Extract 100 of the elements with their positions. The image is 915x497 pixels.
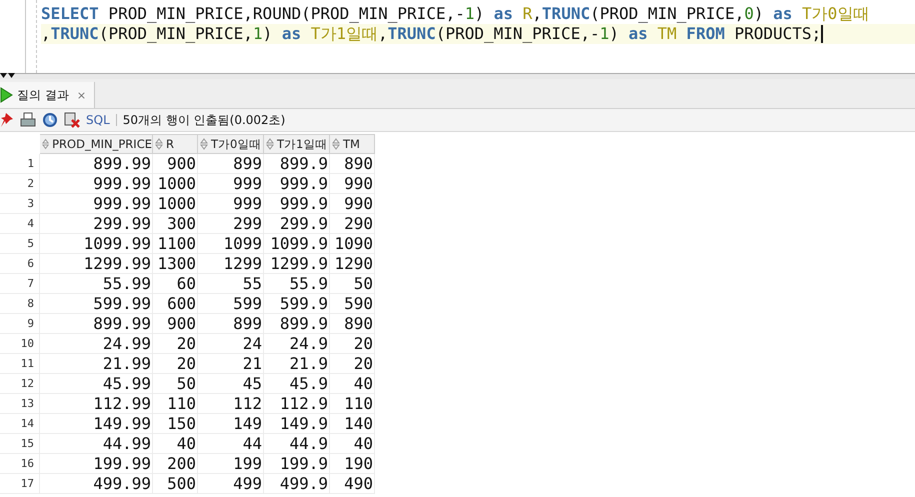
table-cell: 21.9 xyxy=(264,354,330,374)
table-cell: 1099.9 xyxy=(264,234,330,254)
table-cell: 44 xyxy=(198,434,264,454)
table-cell: 890 xyxy=(330,314,375,334)
table-cell: 44.9 xyxy=(264,434,330,454)
row-number: 11 xyxy=(0,354,40,374)
print-icon[interactable] xyxy=(20,112,36,128)
table-cell: 24 xyxy=(198,334,264,354)
table-cell: 21.99 xyxy=(40,354,153,374)
table-cell: 20 xyxy=(330,334,375,354)
table-cell: 500 xyxy=(153,474,198,494)
table-cell: 999 xyxy=(198,174,264,194)
sort-icon xyxy=(266,138,274,150)
table-cell: 1090 xyxy=(330,234,375,254)
row-number: 3 xyxy=(0,194,40,214)
table-cell: 1300 xyxy=(153,254,198,274)
table-cell: 899.99 xyxy=(40,314,153,334)
table-cell: 112.9 xyxy=(264,394,330,414)
table-cell: 140 xyxy=(330,414,375,434)
table-cell: 599.99 xyxy=(40,294,153,314)
table-cell: 50 xyxy=(153,374,198,394)
table-cell: 490 xyxy=(330,474,375,494)
table-cell: 24.9 xyxy=(264,334,330,354)
table-cell: 110 xyxy=(330,394,375,414)
close-icon[interactable]: × xyxy=(76,88,86,102)
row-number: 7 xyxy=(0,274,40,294)
table-cell: 890 xyxy=(330,154,375,174)
column-header[interactable]: T가1일때 xyxy=(264,134,330,154)
table-cell: 999 xyxy=(198,194,264,214)
table-cell: 112 xyxy=(198,394,264,414)
table-cell: 599.9 xyxy=(264,294,330,314)
collapse-arrows-icon[interactable] xyxy=(0,73,16,79)
row-number: 14 xyxy=(0,414,40,434)
row-number: 15 xyxy=(0,434,40,454)
fetch-status: 50개의 행이 인출됨(0.002초) xyxy=(122,112,286,128)
delete-icon[interactable] xyxy=(64,112,80,128)
table-cell: 1099.99 xyxy=(40,234,153,254)
table-cell: 55.99 xyxy=(40,274,153,294)
row-number: 4 xyxy=(0,214,40,234)
column-header[interactable]: PROD_MIN_PRICE xyxy=(40,134,153,154)
table-cell: 24.99 xyxy=(40,334,153,354)
row-number: 5 xyxy=(0,234,40,254)
table-cell: 200 xyxy=(153,454,198,474)
table-cell: 60 xyxy=(153,274,198,294)
sort-icon xyxy=(42,138,50,150)
table-cell: 44.99 xyxy=(40,434,153,454)
table-cell: 499 xyxy=(198,474,264,494)
row-number: 9 xyxy=(0,314,40,334)
table-cell: 110 xyxy=(153,394,198,414)
pin-icon[interactable] xyxy=(0,112,14,128)
table-cell: 149 xyxy=(198,414,264,434)
table-cell: 299.9 xyxy=(264,214,330,234)
sort-icon xyxy=(332,138,340,150)
table-cell: 55 xyxy=(198,274,264,294)
table-cell: 999.9 xyxy=(264,174,330,194)
sort-icon xyxy=(200,138,208,150)
results-tab[interactable]: 질의 결과 × xyxy=(0,82,96,108)
row-number: 2 xyxy=(0,174,40,194)
table-cell: 899.9 xyxy=(264,154,330,174)
table-cell: 1000 xyxy=(153,194,198,214)
table-cell: 899.99 xyxy=(40,154,153,174)
table-cell: 899 xyxy=(198,314,264,334)
table-cell: 112.99 xyxy=(40,394,153,414)
table-cell: 599 xyxy=(198,294,264,314)
table-cell: 899 xyxy=(198,154,264,174)
table-cell: 149.99 xyxy=(40,414,153,434)
table-cell: 45.9 xyxy=(264,374,330,394)
table-cell: 999.99 xyxy=(40,194,153,214)
table-cell: 199.9 xyxy=(264,454,330,474)
row-number: 1 xyxy=(0,154,40,174)
table-cell: 899.9 xyxy=(264,314,330,334)
column-header[interactable]: TM xyxy=(330,134,375,154)
table-cell: 590 xyxy=(330,294,375,314)
row-number: 17 xyxy=(0,474,40,494)
row-number: 13 xyxy=(0,394,40,414)
table-cell: 999.9 xyxy=(264,194,330,214)
table-cell: 499.9 xyxy=(264,474,330,494)
table-cell: 999.99 xyxy=(40,174,153,194)
table-cell: 20 xyxy=(153,354,198,374)
row-number: 6 xyxy=(0,254,40,274)
table-cell: 1100 xyxy=(153,234,198,254)
table-cell: 40 xyxy=(330,374,375,394)
table-cell: 300 xyxy=(153,214,198,234)
table-cell: 149.9 xyxy=(264,414,330,434)
table-cell: 600 xyxy=(153,294,198,314)
table-cell: 299.99 xyxy=(40,214,153,234)
sql-link[interactable]: SQL xyxy=(86,113,110,127)
table-cell: 1099 xyxy=(198,234,264,254)
row-number: 12 xyxy=(0,374,40,394)
sql-code-line: SELECT PROD_MIN_PRICE,ROUND(PROD_MIN_PRICE,-1) as R,TRUNC(PROD_MIN_PRICE,0) as T가0일때 xyxy=(41,4,870,24)
table-cell: 1299.99 xyxy=(40,254,153,274)
table-cell: 1290 xyxy=(330,254,375,274)
column-header[interactable]: R xyxy=(153,134,198,154)
table-cell: 45 xyxy=(198,374,264,394)
table-cell: 50 xyxy=(330,274,375,294)
table-cell: 290 xyxy=(330,214,375,234)
table-cell: 150 xyxy=(153,414,198,434)
column-header[interactable]: T가0일때 xyxy=(198,134,264,154)
table-cell: 40 xyxy=(330,434,375,454)
table-cell: 1299.9 xyxy=(264,254,330,274)
